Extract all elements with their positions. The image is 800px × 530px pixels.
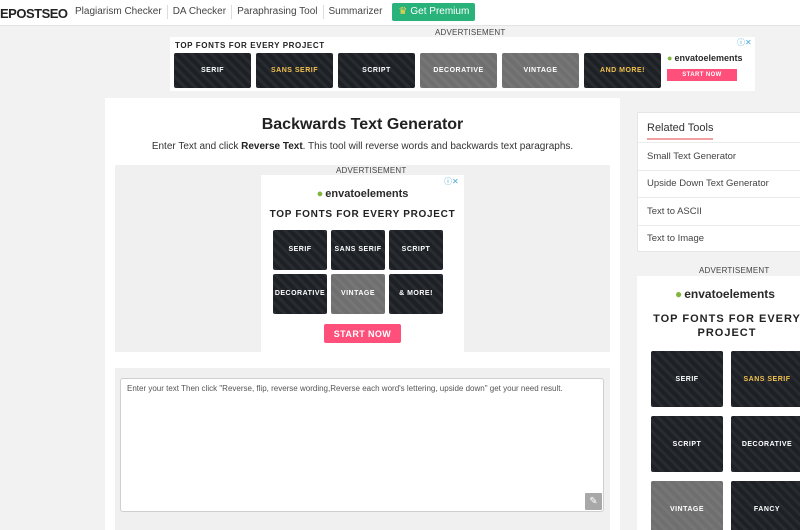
top-banner-ad[interactable]: TOP FONTS FOR EVERY PROJECT SERIF SANS S…	[170, 37, 755, 91]
inline-tile-script: SCRIPT	[389, 230, 443, 270]
ad-label-side: ADVERTISEMENT	[699, 266, 770, 275]
envato-brand: envatoelements	[674, 53, 743, 63]
related-small-text-generator[interactable]: Small Text Generator	[638, 142, 800, 170]
envato-logo: ● envatoelements	[675, 287, 775, 301]
side-tile-sans-serif: SANS SERIF	[731, 351, 800, 407]
adchoices-icon[interactable]: ⓘ✕	[444, 176, 459, 187]
inline-ad-headline: TOP FONTS FOR EVERY PROJECT	[269, 209, 456, 220]
page-title: Backwards Text Generator	[261, 116, 464, 133]
side-tile-serif: SERIF	[651, 351, 723, 407]
banner-tile-vintage: VINTAGE	[502, 53, 579, 88]
side-tile-vintage: VINTAGE	[651, 481, 723, 530]
title-underline	[647, 138, 713, 140]
banner-tile-decorative: DECORATIVE	[420, 53, 497, 88]
tool-description: Enter Text and click Reverse Text. This …	[105, 141, 620, 152]
inline-tile-vintage: VINTAGE	[331, 274, 385, 314]
related-tools-panel: Related Tools Small Text Generator Upsid…	[637, 112, 800, 252]
nav-summarizer[interactable]: Summarizer	[322, 5, 388, 19]
nav-plagiarism-checker[interactable]: Plagiarism Checker	[70, 5, 167, 19]
banner-tile-sans-serif: SANS SERIF	[256, 53, 333, 88]
related-tools-list: Small Text Generator Upside Down Text Ge…	[638, 142, 800, 252]
sidebar-ad-font-tiles: SERIF SANS SERIF SCRIPT DECORATIVE VINTA…	[651, 351, 800, 530]
side-tile-script: SCRIPT	[651, 416, 723, 472]
related-text-to-image[interactable]: Text to Image	[638, 224, 800, 253]
inline-tile-serif: SERIF	[273, 230, 327, 270]
envato-leaf-icon: ●	[316, 188, 324, 200]
get-premium-label: Get Premium	[410, 6, 470, 17]
banner-font-tiles: SERIF SANS SERIF SCRIPT DECORATIVE VINTA…	[174, 53, 661, 88]
sidebar-ad-headline: TOP FONTS FOR EVERY PROJECT	[653, 313, 800, 339]
banner-tile-and-more: AND MORE!	[584, 53, 661, 88]
main-nav: Plagiarism Checker DA Checker Paraphrasi…	[70, 0, 476, 24]
banner-tile-script: SCRIPT	[338, 53, 415, 88]
inline-ad-container: ADVERTISEMENT ⓘ✕ ● envatoelements TOP FO…	[115, 165, 610, 352]
ad-label-top: ADVERTISEMENT	[435, 28, 506, 37]
side-tile-decorative: DECORATIVE	[731, 416, 800, 472]
text-input[interactable]	[120, 378, 604, 512]
adchoices-icon[interactable]: ⓘ✕	[737, 37, 752, 48]
description-text: Enter Text and click	[151, 141, 242, 152]
editor-container: ✎	[115, 368, 610, 530]
envato-logo: ● envatoelements	[667, 53, 742, 63]
side-tile-fancy: FANCY	[731, 481, 800, 530]
envato-logo: ● envatoelements	[261, 188, 464, 200]
envato-leaf-icon: ●	[675, 287, 683, 301]
top-navbar: EPOSTSEO Plagiarism Checker DA Checker P…	[0, 0, 800, 26]
inline-ad[interactable]: ⓘ✕ ● envatoelements TOP FONTS FOR EVERY …	[261, 175, 464, 352]
inline-ad-font-tiles: SERIF SANS SERIF SCRIPT DECORATIVE VINTA…	[273, 230, 443, 314]
related-tools-title: Related Tools	[647, 122, 714, 134]
sidebar-ad[interactable]: ● envatoelements TOP FONTS FOR EVERY PRO…	[637, 276, 800, 530]
translate-icon[interactable]: ✎	[585, 493, 602, 510]
banner-start-now-button[interactable]: START NOW	[667, 69, 737, 81]
inline-tile-more: & MORE!	[389, 274, 443, 314]
ad-label-inline: ADVERTISEMENT	[336, 166, 407, 175]
main-content: Backwards Text Generator Enter Text and …	[105, 98, 620, 530]
inline-tile-sans-serif: SANS SERIF	[331, 230, 385, 270]
description-text-end: . This tool will reverse words and backw…	[302, 141, 574, 152]
envato-brand: envatoelements	[684, 287, 775, 301]
envato-brand: envatoelements	[325, 188, 409, 200]
inline-start-now-button[interactable]: START NOW	[324, 324, 401, 343]
nav-da-checker[interactable]: DA Checker	[166, 5, 231, 19]
nav-paraphrasing-tool[interactable]: Paraphrasing Tool	[231, 5, 322, 19]
banner-headline: TOP FONTS FOR EVERY PROJECT	[175, 41, 325, 50]
crown-icon: ♛	[398, 6, 408, 17]
envato-leaf-icon: ●	[667, 53, 673, 63]
description-bold: Reverse Text	[241, 141, 303, 152]
related-text-to-ascii[interactable]: Text to ASCII	[638, 197, 800, 225]
banner-tile-serif: SERIF	[174, 53, 251, 88]
inline-tile-decorative: DECORATIVE	[273, 274, 327, 314]
related-upside-down-text-generator[interactable]: Upside Down Text Generator	[638, 169, 800, 198]
site-logo[interactable]: EPOSTSEO	[0, 6, 68, 21]
get-premium-button[interactable]: ♛ Get Premium	[392, 3, 476, 21]
